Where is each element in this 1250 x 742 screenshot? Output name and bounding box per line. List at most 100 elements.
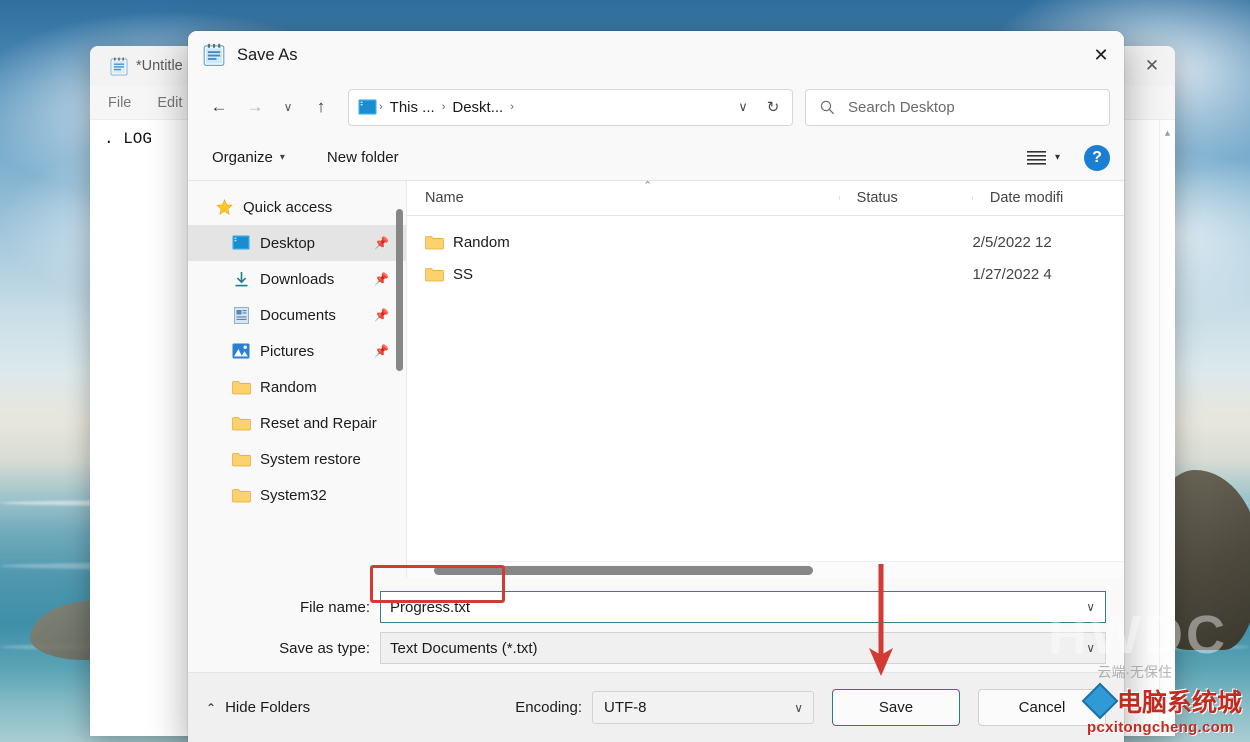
file-rows: Random 2/5/2022 12 SS 1/27/2022 4 xyxy=(407,216,1124,561)
column-headers: Name Status Date modifi ⌃ xyxy=(407,180,1124,216)
pin-icon[interactable]: 📌 xyxy=(374,308,389,322)
sidebar-item-system-restore[interactable]: System restore xyxy=(188,441,406,477)
filetype-combo[interactable]: Text Documents (*.txt) ∨ xyxy=(380,632,1106,664)
search-icon xyxy=(820,100,835,114)
picture-icon xyxy=(231,342,251,360)
navigation-pane: Quick access Desktop 📌 Downloads 📌 Docum… xyxy=(188,181,407,578)
address-bar[interactable]: › This ... › Deskt... › ∨ ↻ xyxy=(348,88,793,126)
sidebar-item-system32[interactable]: System32 xyxy=(188,477,406,513)
encoding-value: UTF-8 xyxy=(604,699,647,716)
sidebar-item-label: Random xyxy=(260,378,317,396)
help-button[interactable]: ? xyxy=(1084,144,1110,171)
file-list-horizontal-scrollbar[interactable] xyxy=(407,561,1124,578)
notepad-tab[interactable]: *Untitle xyxy=(104,53,195,80)
sidebar-item-pictures[interactable]: Pictures 📌 xyxy=(188,333,406,369)
chevron-up-icon: ⌃ xyxy=(206,700,217,715)
filetype-label: Save as type: xyxy=(279,639,370,657)
new-folder-label: New folder xyxy=(326,149,399,166)
organize-button[interactable]: Organize ▾ xyxy=(202,142,295,173)
pin-icon[interactable]: 📌 xyxy=(374,344,389,358)
sidebar-item-label: Pictures xyxy=(260,342,315,360)
dialog-close-button[interactable]: ✕ xyxy=(1078,31,1124,79)
cancel-button[interactable]: Cancel xyxy=(978,689,1106,726)
file-date-cell: 1/27/2022 4 xyxy=(972,265,1052,283)
column-header-status[interactable]: Status xyxy=(838,190,972,206)
back-button[interactable]: ← xyxy=(202,90,236,124)
dialog-titlebar[interactable]: Save As ✕ xyxy=(188,31,1124,79)
save-form: File name: Progress.txt ∨ Save as type: … xyxy=(188,578,1124,672)
download-icon xyxy=(231,270,251,288)
forward-button[interactable]: → xyxy=(238,90,272,124)
chevron-down-icon[interactable]: ∨ xyxy=(1086,600,1095,614)
refresh-button[interactable]: ↻ xyxy=(758,92,788,122)
address-dropdown-button[interactable]: ∨ xyxy=(728,92,758,122)
breadcrumb-this-pc[interactable]: This ... xyxy=(385,99,440,116)
up-button[interactable]: ↑ xyxy=(304,90,338,124)
filename-field[interactable]: Progress.txt ∨ xyxy=(380,591,1106,623)
filename-row: File name: Progress.txt ∨ xyxy=(188,590,1124,624)
scrollbar-thumb[interactable] xyxy=(434,566,813,575)
sidebar-item-quick-access[interactable]: Quick access xyxy=(188,189,406,225)
filetype-row: Save as type: Text Documents (*.txt) ∨ xyxy=(188,631,1124,665)
breadcrumb-desktop[interactable]: Deskt... xyxy=(447,99,508,116)
scroll-up-arrow-icon[interactable]: ▲ xyxy=(1160,129,1175,139)
file-date-cell: 2/5/2022 12 xyxy=(972,233,1052,251)
save-button[interactable]: Save xyxy=(832,689,960,726)
save-as-dialog[interactable]: Save As ✕ ← → ∨ ↑ › This ... › Deskt... … xyxy=(188,31,1124,742)
command-bar: Organize ▾ New folder ▾ ? xyxy=(188,135,1124,181)
chevron-down-icon: ▾ xyxy=(279,152,285,163)
sidebar-item-random[interactable]: Random xyxy=(188,369,406,405)
column-header-date-modified[interactable]: Date modifi xyxy=(971,190,1124,206)
file-name-text: SS xyxy=(453,265,474,283)
navigation-pane-scrollbar[interactable] xyxy=(396,187,403,572)
sidebar-item-documents[interactable]: Documents 📌 xyxy=(188,297,406,333)
search-placeholder: Search Desktop xyxy=(848,98,955,116)
encoding-combo[interactable]: UTF-8 ∨ xyxy=(592,691,814,724)
notepad-text: . LOG xyxy=(104,130,153,148)
sidebar-item-label: Reset and Repair xyxy=(260,414,377,432)
notepad-scrollbar[interactable]: ▲ xyxy=(1159,120,1175,736)
search-input[interactable]: Search Desktop xyxy=(805,88,1110,126)
pin-icon[interactable]: 📌 xyxy=(374,236,389,250)
file-name-cell: SS xyxy=(407,266,840,283)
sidebar-item-label: System32 xyxy=(260,486,327,504)
column-header-name[interactable]: Name xyxy=(407,190,839,206)
notepad-menu-file[interactable]: File xyxy=(108,95,131,111)
folder-icon xyxy=(231,486,251,504)
view-layout-button[interactable]: ▾ xyxy=(1019,144,1068,171)
breadcrumb-separator: › xyxy=(441,101,446,113)
file-list-pane[interactable]: Name Status Date modifi ⌃ Random 2/5/202… xyxy=(407,180,1124,578)
breadcrumb-separator: › xyxy=(379,101,383,113)
dialog-footer: ⌃ Hide Folders Encoding: UTF-8 ∨ Save Ca… xyxy=(188,672,1124,742)
filetype-value: Text Documents (*.txt) xyxy=(390,639,538,657)
filename-label: File name: xyxy=(299,598,370,616)
desktop-icon xyxy=(231,234,251,252)
notepad-menu-edit[interactable]: Edit xyxy=(157,95,182,111)
file-name-text: Random xyxy=(453,233,510,251)
chevron-down-icon: ▾ xyxy=(1054,152,1060,163)
sidebar-item-reset-and-repair[interactable]: Reset and Repair xyxy=(188,405,406,441)
scrollbar-thumb[interactable] xyxy=(396,209,403,371)
table-row[interactable]: SS 1/27/2022 4 xyxy=(407,258,1124,290)
sidebar-item-label: Desktop xyxy=(260,234,316,252)
sidebar-item-downloads[interactable]: Downloads 📌 xyxy=(188,261,406,297)
sort-ascending-icon: ⌃ xyxy=(643,180,653,192)
sidebar-item-label: Quick access xyxy=(243,198,333,216)
notepad-icon xyxy=(203,43,225,66)
notepad-icon xyxy=(110,57,128,75)
table-row[interactable]: Random 2/5/2022 12 xyxy=(407,226,1124,258)
dialog-title: Save As xyxy=(237,45,298,64)
document-icon xyxy=(231,306,251,324)
list-view-icon xyxy=(1026,151,1046,165)
filename-value: Progress.txt xyxy=(390,598,471,616)
hide-folders-label: Hide Folders xyxy=(225,699,311,716)
new-folder-button[interactable]: New folder xyxy=(317,142,409,173)
recent-locations-button[interactable]: ∨ xyxy=(274,90,302,124)
star-icon xyxy=(214,198,234,216)
pin-icon[interactable]: 📌 xyxy=(374,272,389,286)
notepad-close-button[interactable]: ✕ xyxy=(1129,46,1175,86)
chevron-down-icon[interactable]: ∨ xyxy=(1086,641,1095,655)
hide-folders-button[interactable]: ⌃ Hide Folders xyxy=(206,699,310,716)
sidebar-item-desktop[interactable]: Desktop 📌 xyxy=(188,225,406,261)
chevron-down-icon[interactable]: ∨ xyxy=(794,701,803,715)
